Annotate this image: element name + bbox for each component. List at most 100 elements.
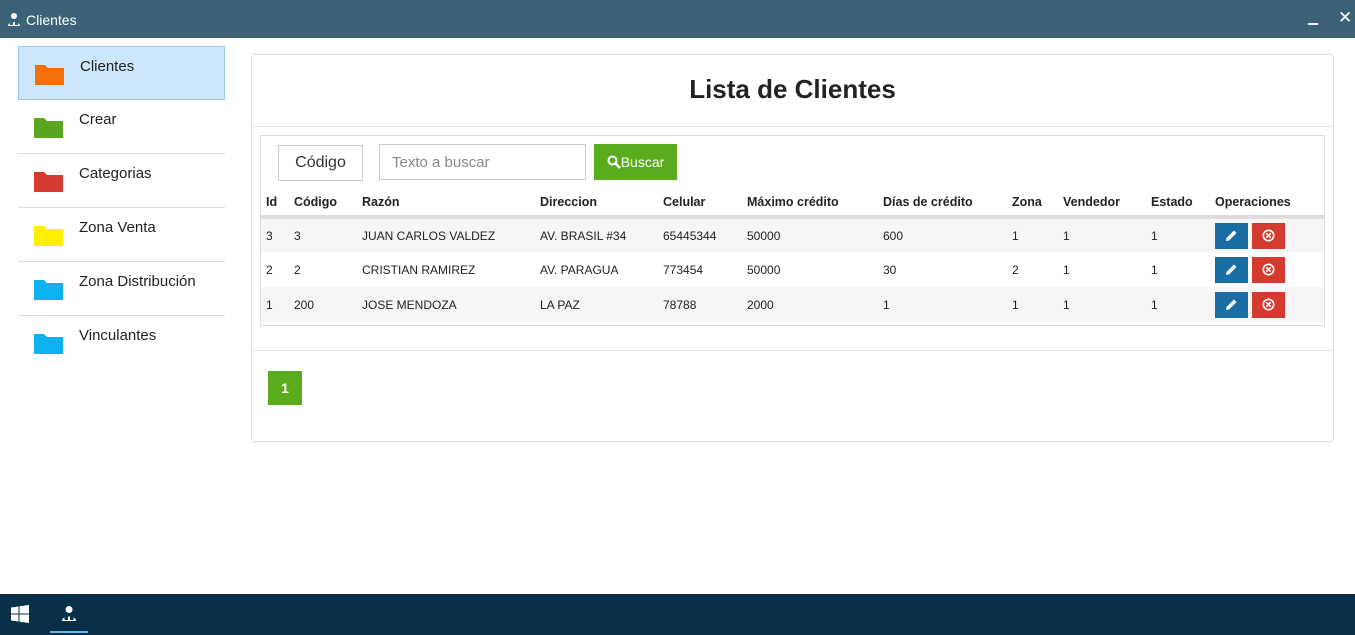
search-field-selector[interactable]: Código [278, 145, 363, 181]
cell-razon: CRISTIAN RAMIREZ [362, 262, 476, 277]
search-icon [607, 155, 621, 169]
cell-vendedor: 1 [1063, 297, 1070, 312]
remove-circle-icon [1262, 263, 1275, 275]
sidebar-item-zona-distribucion[interactable]: Zona Distribución [18, 262, 225, 316]
cell-operaciones [1210, 287, 1324, 322]
remove-circle-icon [1262, 229, 1275, 241]
cell-direccion: AV. BRASIL #34 [540, 228, 627, 243]
divider [252, 350, 1333, 351]
users-icon [62, 606, 76, 621]
cell-operaciones [1210, 252, 1324, 287]
column-header: Razón [357, 189, 535, 219]
cell-operaciones [1210, 217, 1324, 252]
cell-zona: 1 [1012, 228, 1019, 243]
cell-codigo: 3 [294, 228, 301, 243]
sidebar-item-vinculantes[interactable]: Vinculantes [18, 316, 225, 370]
close-button[interactable]: ✕ [1338, 9, 1352, 27]
column-header: Código [289, 189, 357, 219]
sidebar-item-crear[interactable]: Crear [18, 100, 225, 154]
column-header: Vendedor [1058, 189, 1146, 219]
cell-dias-credito: 600 [883, 228, 904, 243]
delete-button[interactable] [1252, 222, 1285, 249]
cell-vendedor: 1 [1063, 262, 1070, 277]
table-row: 2 2 CRISTIAN RAMIREZ AV. PARAGUA 773454 … [261, 252, 1324, 287]
minimize-button[interactable] [1306, 10, 1320, 26]
search-button-label: Buscar [620, 154, 665, 170]
cell-maximo-credito: 2000 [747, 297, 774, 312]
pagination-page-button[interactable]: 1 [268, 371, 302, 405]
cell-direccion: LA PAZ [540, 297, 580, 312]
cell-razon: JOSE MENDOZA [362, 297, 457, 312]
cell-celular: 78788 [663, 297, 697, 312]
column-header: Direccion [535, 189, 658, 219]
column-header: Celular [658, 189, 742, 219]
sidebar-item-categorias[interactable]: Categorias [18, 154, 225, 208]
folder-shape [35, 65, 64, 85]
folder-icon [34, 118, 63, 138]
column-header: Máximo crédito [742, 189, 878, 219]
sidebar-item-label: Vinculantes [79, 327, 157, 344]
cell-codigo: 200 [294, 297, 315, 312]
table-row: 1 200 JOSE MENDOZA LA PAZ 78788 2000 1 1… [261, 287, 1324, 322]
cell-vendedor: 1 [1063, 228, 1070, 243]
cell-maximo-credito: 50000 [747, 262, 781, 277]
column-header: Días de crédito [878, 189, 1007, 219]
sidebar-item-label: Zona Venta [79, 219, 156, 236]
column-header: Estado [1146, 189, 1210, 219]
delete-button[interactable] [1252, 291, 1285, 318]
edit-button[interactable] [1215, 256, 1248, 283]
folder-icon [34, 226, 63, 246]
cell-celular: 65445344 [663, 228, 717, 243]
cell-estado: 1 [1151, 228, 1158, 243]
edit-button[interactable] [1215, 291, 1248, 318]
taskbar-app-clientes[interactable] [50, 594, 88, 635]
column-header: Id [261, 189, 289, 219]
cell-zona: 2 [1012, 262, 1019, 277]
cell-id: 2 [266, 262, 273, 277]
users-icon [8, 13, 20, 26]
title-bar: Clientes ✕ [0, 0, 1355, 38]
cell-razon: JUAN CARLOS VALDEZ [362, 228, 496, 243]
window-title: Clientes [26, 12, 77, 28]
folder-icon [34, 334, 63, 354]
clients-panel: Lista de Clientes Código Buscar Id Códig… [251, 54, 1334, 442]
sidebar-item-zona-venta[interactable]: Zona Venta [18, 208, 225, 262]
search-input[interactable] [379, 144, 586, 180]
cell-id: 3 [266, 228, 273, 243]
search-and-table: Código Buscar Id Código Razón Direccion … [260, 135, 1325, 326]
sidebar-item-label: Crear [79, 111, 117, 128]
cell-maximo-credito: 50000 [747, 228, 781, 243]
sidebar-item-label: Zona Distribución [79, 273, 196, 290]
sidebar-item-label: Categorias [79, 165, 152, 182]
cell-zona: 1 [1012, 297, 1019, 312]
sidebar: Clientes Crear Categorias Zona Venta Zon… [18, 46, 225, 370]
pencil-icon [1226, 230, 1237, 241]
cell-id: 1 [266, 297, 273, 312]
cell-estado: 1 [1151, 262, 1158, 277]
sidebar-item-clientes[interactable]: Clientes [18, 46, 225, 100]
pencil-icon [1226, 264, 1237, 275]
cell-dias-credito: 30 [883, 262, 897, 277]
pencil-icon [1226, 299, 1237, 310]
cell-celular: 773454 [663, 262, 704, 277]
delete-button[interactable] [1252, 256, 1285, 283]
edit-button[interactable] [1215, 222, 1248, 249]
clients-table: Id Código Razón Direccion Celular Máximo… [261, 189, 1324, 322]
taskbar [0, 594, 1355, 635]
table-row: 3 3 JUAN CARLOS VALDEZ AV. BRASIL #34 65… [261, 217, 1324, 252]
sidebar-item-label: Clientes [80, 58, 135, 75]
remove-circle-icon [1262, 298, 1275, 310]
table-header-row: Id Código Razón Direccion Celular Máximo… [261, 189, 1324, 219]
cell-estado: 1 [1151, 297, 1158, 312]
windows-start-icon[interactable] [11, 605, 29, 623]
folder-icon [34, 280, 63, 300]
active-indicator [50, 631, 88, 633]
page-title: Lista de Clientes [252, 55, 1333, 127]
cell-dias-credito: 1 [883, 297, 890, 312]
cell-codigo: 2 [294, 262, 301, 277]
search-button[interactable]: Buscar [594, 144, 677, 180]
folder-icon [35, 65, 64, 85]
column-header: Operaciones [1210, 189, 1324, 219]
folder-icon [34, 172, 63, 192]
column-header: Zona [1007, 189, 1058, 219]
